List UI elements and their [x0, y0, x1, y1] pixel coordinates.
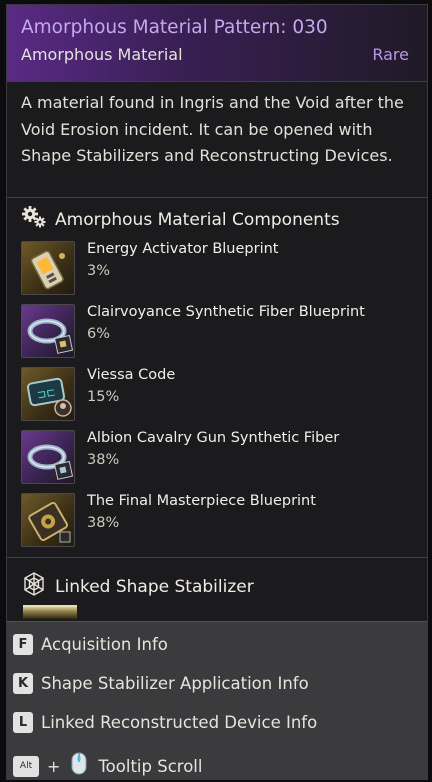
web-icon [21, 571, 47, 602]
components-heading-label: Amorphous Material Components [55, 209, 340, 230]
component-item[interactable]: ⊐⊏ Viessa Code 15% [21, 365, 421, 428]
item-type: Amorphous Material [21, 45, 183, 64]
key-alt: Alt [13, 755, 39, 777]
linked-stabilizer-heading: Linked Shape Stabilizer [21, 571, 254, 602]
component-item[interactable]: Clairvoyance Synthetic Fiber Blueprint 6… [21, 302, 421, 365]
key-l: L [13, 712, 33, 733]
components-heading: Amorphous Material Components [21, 205, 340, 234]
component-name: Energy Activator Blueprint [87, 241, 279, 257]
component-chance: 3% [87, 263, 111, 279]
synthetic-fiber-ring-icon [21, 430, 75, 484]
hint-acquisition-label: Acquisition Info [41, 635, 168, 654]
component-item[interactable]: Albion Cavalry Gun Synthetic Fiber 38% [21, 428, 421, 491]
hint-device[interactable]: L Linked Reconstructed Device Info [13, 712, 317, 733]
hint-stabilizer-label: Shape Stabilizer Application Info [41, 674, 309, 693]
tooltip-header: Amorphous Material Pattern: 030 Amorphou… [7, 5, 427, 82]
code-card-icon: ⊐⊏ [21, 367, 75, 421]
component-name: Viessa Code [87, 367, 176, 383]
component-name: The Final Masterpiece Blueprint [87, 493, 316, 509]
component-item[interactable]: The Final Masterpiece Blueprint 38% [21, 491, 421, 554]
hint-scroll-label: Tooltip Scroll [98, 756, 203, 776]
item-description: A material found in Ingris and the Void … [7, 86, 427, 198]
item-rarity: Rare [372, 45, 409, 64]
component-chance: 38% [87, 515, 120, 531]
hint-footer: F Acquisition Info K Shape Stabilizer Ap… [7, 621, 427, 779]
component-chance: 38% [87, 452, 120, 468]
component-item[interactable]: Energy Activator Blueprint 3% [21, 239, 421, 302]
components-list: Energy Activator Blueprint 3% Clairvoyan… [21, 239, 421, 554]
hint-device-label: Linked Reconstructed Device Info [41, 713, 318, 732]
energy-activator-icon [21, 241, 75, 295]
blueprint-device-icon [21, 493, 75, 547]
component-chance: 6% [87, 326, 111, 342]
hint-scroll[interactable]: Alt + Tooltip Scroll [13, 751, 203, 779]
gears-icon [21, 205, 47, 234]
hint-acquisition[interactable]: F Acquisition Info [13, 634, 168, 655]
linked-stabilizer-label: Linked Shape Stabilizer [55, 576, 254, 597]
component-chance: 15% [87, 389, 120, 405]
section-divider [7, 557, 427, 558]
mouse-icon [68, 751, 90, 779]
key-f: F [13, 634, 33, 655]
component-name: Clairvoyance Synthetic Fiber Blueprint [87, 304, 365, 320]
plus-sign: + [47, 756, 61, 776]
hint-stabilizer[interactable]: K Shape Stabilizer Application Info [13, 673, 309, 694]
synthetic-fiber-ring-icon [21, 304, 75, 358]
linked-stabilizer-thumb[interactable] [23, 605, 77, 619]
component-name: Albion Cavalry Gun Synthetic Fiber [87, 430, 340, 446]
key-k: K [13, 673, 33, 694]
item-title: Amorphous Material Pattern: 030 [21, 17, 328, 38]
item-tooltip: Amorphous Material Pattern: 030 Amorphou… [6, 4, 428, 780]
